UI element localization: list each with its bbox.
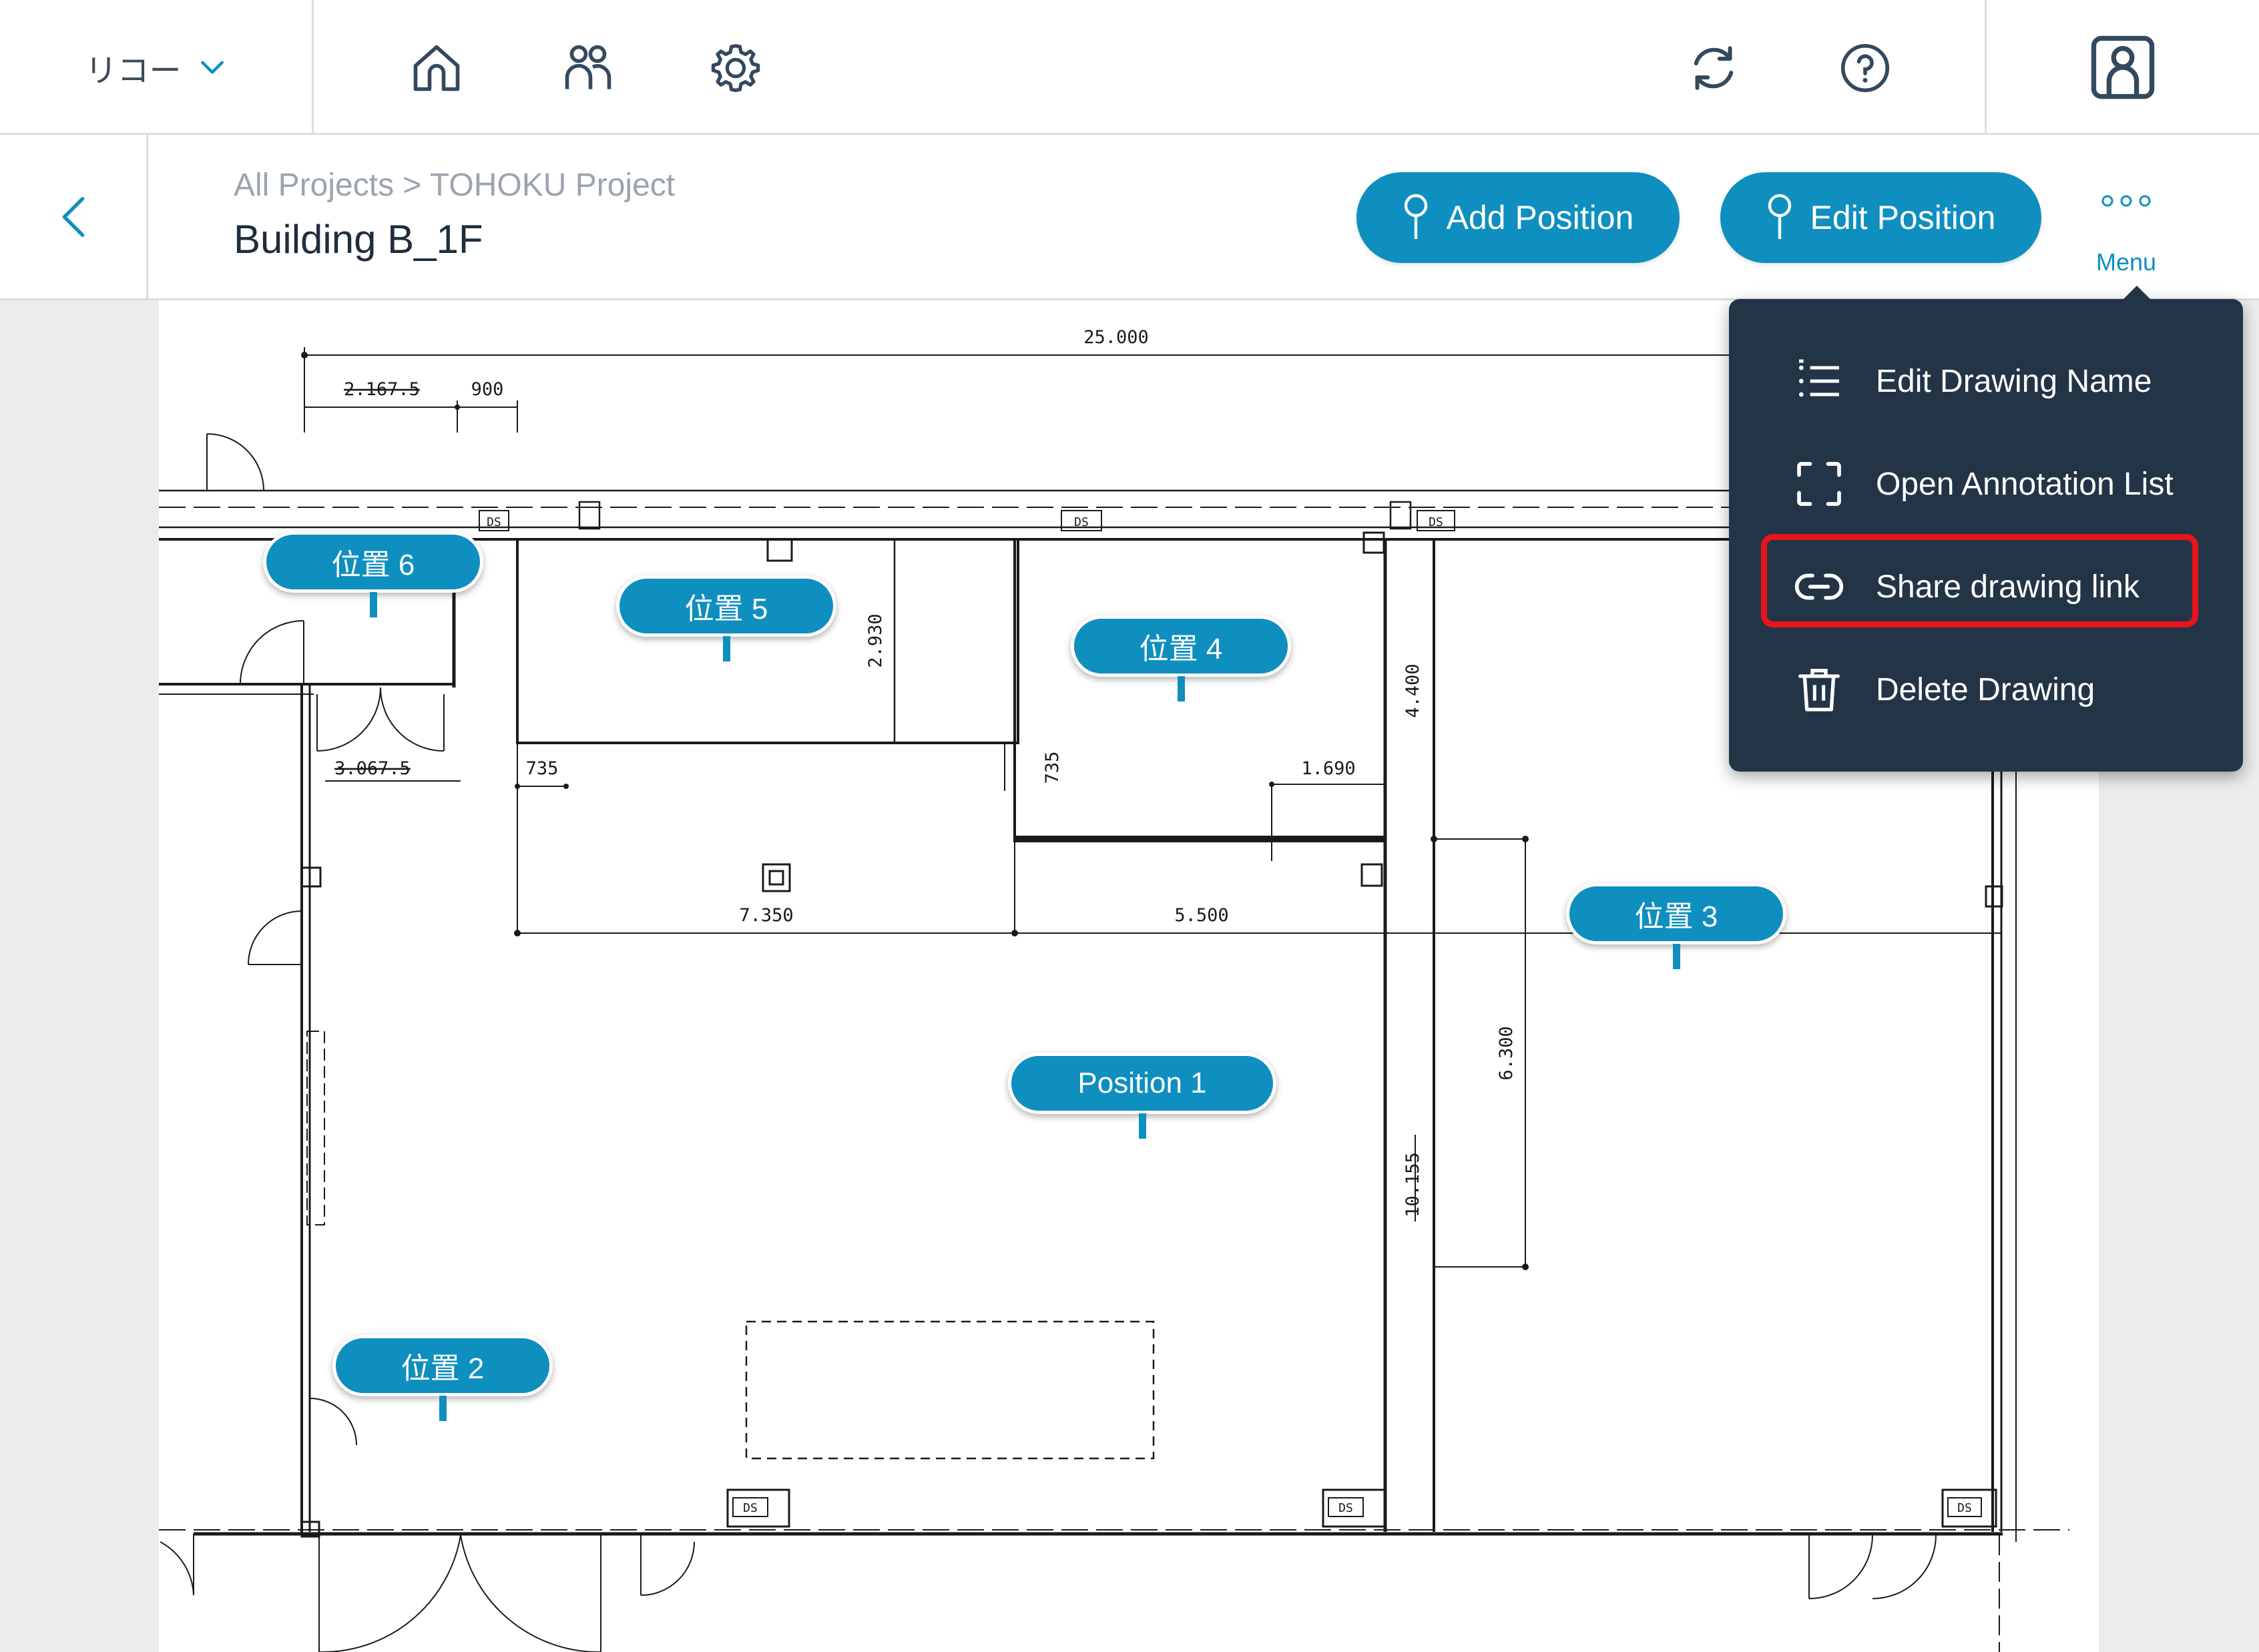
page-title: Building B_1F [234,217,483,262]
pin-icon [1768,194,1791,239]
home-button[interactable] [402,33,471,103]
ds-label: DS [743,1501,758,1515]
position-pin-4[interactable]: 位置 4 [1071,615,1291,702]
dim-1690: 1.690 [1301,758,1355,779]
edit-position-button[interactable]: Edit Position [1720,172,2041,263]
pin-icon [1404,194,1427,239]
dim-total-width: 25.000 [1083,327,1149,348]
top-bar: リコー [0,0,2259,135]
dim-2167: 2.167.5 [344,379,420,400]
account-button[interactable] [1985,0,2259,135]
dim-2930: 2.930 [865,613,886,667]
link-icon [1794,573,1844,600]
menu-button[interactable]: Menu [2076,175,2176,288]
chevron-left-icon [62,196,84,237]
drawing-header: All Projects > TOHOKU Project Building B… [0,135,2259,300]
users-icon [565,45,611,89]
list-icon [1799,359,1839,397]
dim-5500: 5.500 [1174,905,1228,926]
position-pin-3[interactable]: 位置 3 [1566,883,1786,969]
dim-7350: 7.350 [739,905,793,926]
help-icon [1840,43,1890,93]
position-pin-5[interactable]: 位置 5 [616,575,836,661]
menu-item-delete-drawing[interactable]: Delete Drawing [1729,646,2243,733]
settings-button[interactable] [701,33,770,103]
organization-selector[interactable]: リコー [0,0,314,135]
menu-item-label: Edit Drawing Name [1876,363,2152,399]
menu-label: Menu [2095,248,2157,276]
position-pin-1[interactable]: Position 1 [1008,1053,1276,1139]
ds-label: DS [1338,1501,1353,1515]
pin-label: 位置 3 [1634,900,1718,933]
pin-label: 位置 5 [684,593,768,625]
home-icon [413,45,460,91]
chevron-down-icon [200,61,224,74]
menu-item-label: Share drawing link [1876,569,2140,605]
dim-735b: 735 [1042,752,1063,784]
pin-label: 位置 2 [401,1352,485,1385]
dim-735a: 735 [526,758,559,779]
pin-label: Position 1 [1077,1067,1207,1099]
frame-icon [1797,462,1841,506]
help-button[interactable] [1830,33,1900,103]
add-position-button[interactable]: Add Position [1356,172,1680,263]
menu-item-open-annotation-list[interactable]: Open Annotation List [1729,441,2243,527]
position-pin-2[interactable]: 位置 2 [332,1335,553,1421]
dim-900: 900 [471,379,504,400]
account-icon [2091,35,2155,99]
drawing-menu: Edit Drawing Name Open Annotation List S… [1729,286,2243,772]
sync-button[interactable] [1679,33,1748,103]
back-button[interactable] [0,135,148,298]
ds-label: DS [487,515,501,529]
menu-item-label: Delete Drawing [1876,671,2095,708]
breadcrumb[interactable]: All Projects > TOHOKU Project [234,167,675,204]
trash-icon [1798,669,1840,712]
edit-position-label: Edit Position [1810,199,1996,236]
ds-label: DS [1074,515,1089,529]
dim-4400: 4.400 [1403,663,1423,718]
position-pin-6[interactable]: 位置 6 [263,531,483,617]
sync-icon [1694,46,1734,90]
ds-label: DS [1429,515,1443,529]
pin-label: 位置 4 [1139,633,1223,665]
gear-icon [711,44,760,92]
dim-10155: 10.155 [1403,1152,1423,1217]
menu-item-edit-drawing-name[interactable]: Edit Drawing Name [1729,338,2243,425]
more-dots-icon [2101,195,2151,207]
dim-6300: 6.300 [1496,1026,1517,1080]
add-position-label: Add Position [1446,199,1634,236]
menu-item-share-drawing-link[interactable]: Share drawing link [1729,543,2243,630]
ds-label: DS [1957,1501,1972,1515]
pin-label: 位置 6 [331,549,415,581]
dim-3067: 3.067.5 [334,758,411,779]
menu-item-label: Open Annotation List [1876,466,2174,502]
organization-name: リコー [85,53,182,89]
members-button[interactable] [553,33,623,103]
